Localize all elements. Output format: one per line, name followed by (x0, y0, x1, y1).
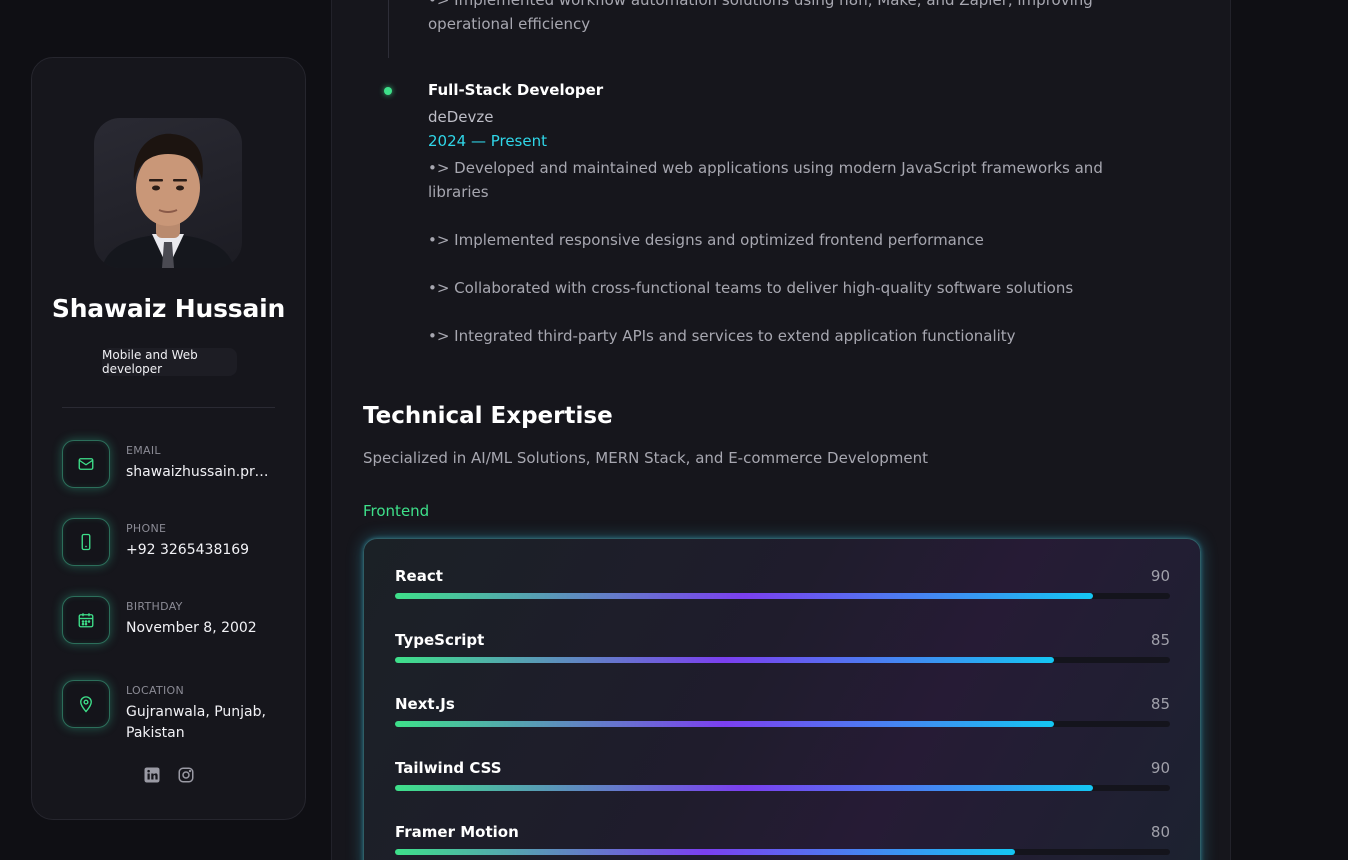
skill-row: React 90 (395, 567, 1170, 607)
skill-name: Next.Js (395, 695, 455, 713)
calendar-icon (62, 596, 110, 644)
skill-track (395, 657, 1170, 663)
contact-phone[interactable]: PHONE +92 3265438169 (62, 518, 292, 568)
skill-value: 85 (1150, 631, 1170, 649)
contact-email[interactable]: EMAIL shawaizhussain.pro... (62, 440, 292, 490)
social-links (32, 766, 305, 784)
main-content: •> Implemented workflow automation solut… (331, 0, 1231, 860)
contact-label: BIRTHDAY (126, 600, 183, 613)
birthday-value: November 8, 2002 (126, 620, 257, 636)
contact-location: LOCATION Gujranwala, Punjab, Pakistan (62, 680, 292, 741)
phone-icon (62, 518, 110, 566)
skill-bar (395, 849, 1015, 855)
experience-bullet: •> Integrated third-party APIs and servi… (428, 327, 1016, 345)
profile-name: Shawaiz Hussain (51, 294, 286, 323)
skill-name: React (395, 567, 443, 585)
job-title: Full-Stack Developer (428, 81, 604, 99)
profile-sidebar: Shawaiz Hussain Mobile and Web developer… (31, 57, 306, 820)
contact-label: PHONE (126, 522, 167, 535)
experience-bullet: •> Collaborated with cross-functional te… (428, 279, 1074, 297)
section-subtitle: Specialized in AI/ML Solutions, MERN Sta… (363, 449, 929, 467)
job-period: 2024 — Present (428, 132, 547, 150)
skill-name: TypeScript (395, 631, 485, 649)
linkedin-icon[interactable] (143, 766, 161, 784)
avatar (94, 118, 242, 268)
role-badge: Mobile and Web developer (102, 348, 237, 376)
skills-card: React 90 TypeScript 85 Next.Js 85 Tailwi… (363, 538, 1201, 860)
location-value: Gujranwala, Punjab, Pakistan (126, 704, 266, 741)
email-value[interactable]: shawaizhussain.pro... (126, 462, 276, 483)
skill-value: 80 (1150, 823, 1170, 841)
timeline-line (388, 0, 389, 58)
skill-bar (395, 657, 1054, 663)
skill-name: Tailwind CSS (395, 759, 502, 777)
mail-icon (62, 440, 110, 488)
skill-value: 85 (1150, 695, 1170, 713)
skill-row: TypeScript 85 (395, 631, 1170, 671)
job-company: deDevze (428, 108, 494, 126)
skill-row: Tailwind CSS 90 (395, 759, 1170, 799)
skill-value: 90 (1150, 759, 1170, 777)
skill-bar (395, 785, 1093, 791)
skill-row: Framer Motion 80 (395, 823, 1170, 860)
skill-row: Next.Js 85 (395, 695, 1170, 735)
timeline-dot (384, 87, 392, 95)
experience-bullet: •> Developed and maintained web applicat… (428, 159, 1103, 201)
skill-bar (395, 721, 1054, 727)
sidebar-divider (62, 407, 275, 408)
experience-bullet: •> Implemented responsive designs and op… (428, 231, 984, 249)
skill-track (395, 721, 1170, 727)
skill-track (395, 849, 1170, 855)
skill-bar (395, 593, 1093, 599)
section-title: Technical Expertise (363, 403, 613, 429)
phone-value[interactable]: +92 3265438169 (126, 540, 276, 561)
skill-track (395, 785, 1170, 791)
instagram-icon[interactable] (177, 766, 195, 784)
experience-bullet: •> Implemented workflow automation solut… (428, 0, 1093, 33)
portfolio-page: Shawaiz Hussain Mobile and Web developer… (0, 0, 1348, 860)
skill-name: Framer Motion (395, 823, 519, 841)
contact-label: LOCATION (126, 684, 184, 697)
location-pin-icon (62, 680, 110, 728)
skill-group-label: Frontend (363, 502, 430, 520)
contact-label: EMAIL (126, 444, 161, 457)
skill-value: 90 (1150, 567, 1170, 585)
contact-birthday: BIRTHDAY November 8, 2002 (62, 596, 292, 646)
skill-track (395, 593, 1170, 599)
